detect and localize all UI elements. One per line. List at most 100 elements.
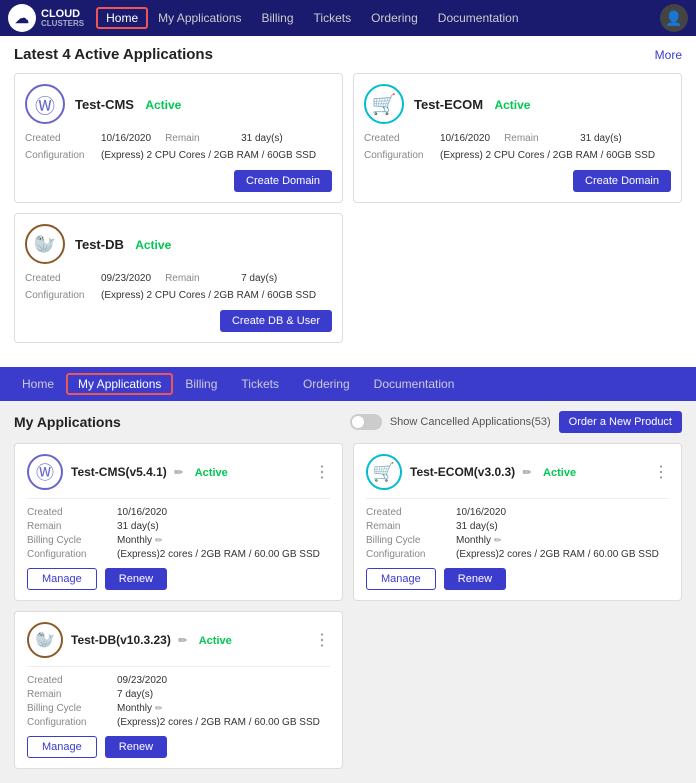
app2-ecom-edit-icon[interactable]: ✏ [522,467,531,479]
app2-cms-actions: Manage Renew [27,568,330,590]
db-name: Test-DB [75,237,124,252]
app2-cms-billing: Monthly [117,535,152,546]
db-billing-edit-icon[interactable]: ✏ [155,703,163,714]
app2-db-created: 09/23/2020 [117,675,167,686]
app2-cms-status: Active [195,467,228,479]
app2-db-edit-icon[interactable]: ✏ [178,635,187,647]
app2-ecom-renew-btn[interactable]: Renew [444,568,506,590]
app2-db-remain: 7 day(s) [117,689,153,700]
app2-ecom-status: Active [543,467,576,479]
app-card-ecom: 🛒 Test-ECOM Active Created 10/16/2020 Re… [353,73,682,203]
app2-ecom-actions: Manage Renew [366,568,669,590]
apps-grid: Ⓦ Test-CMS(v5.4.1) ✏ Active ⋮ Created 10… [14,443,682,769]
app2-cms-icon: Ⓦ [27,454,63,490]
section1-title: Latest 4 Active Applications [14,46,213,63]
billing-edit-icon[interactable]: ✏ [155,535,163,546]
ecom-created: 10/16/2020 [440,130,490,147]
app2-db-more-icon[interactable]: ⋮ [314,630,330,650]
app2-db-config: (Express)2 cores / 2GB RAM / 60.00 GB SS… [117,717,320,728]
second-nav-ordering[interactable]: Ordering [291,373,362,395]
app2-db-renew-btn[interactable]: Renew [105,736,167,758]
user-avatar[interactable]: 👤 [660,4,688,32]
db-status: Active [135,238,171,252]
brand-logo[interactable]: ☁ CLOUD CLUSTERS [8,4,84,32]
app2-ecom-manage-btn[interactable]: Manage [366,568,436,590]
brand-cloud-text: CLOUD [41,8,84,20]
second-nav-billing[interactable]: Billing [173,373,229,395]
top-nav-tickets[interactable]: Tickets [304,7,362,29]
app2-cms-remain: 31 day(s) [117,521,159,532]
ecom-billing-edit-icon[interactable]: ✏ [494,535,502,546]
app2-ecom-name: Test-ECOM(v3.0.3) [410,465,515,479]
app2-ecom-icon: 🛒 [366,454,402,490]
cms-card-header: Ⓦ Test-CMS Active [25,84,332,124]
top-nav-myapps[interactable]: My Applications [148,7,251,29]
ecom-name: Test-ECOM [414,97,483,112]
created-label: Created [27,507,117,518]
app-card-cms: Ⓦ Test-CMS Active Created 10/16/2020 Rem… [14,73,343,203]
db-icon: 🦭 [25,224,65,264]
ecom-remain: 31 day(s) [580,130,622,147]
second-nav-tickets[interactable]: Tickets [229,373,291,395]
order-product-btn[interactable]: Order a New Product [559,411,682,433]
second-navbar: Home My Applications Billing Tickets Ord… [0,367,696,401]
second-nav-myapps[interactable]: My Applications [66,373,173,395]
app2-ecom-more-icon[interactable]: ⋮ [653,462,669,482]
app2-ecom-details: Created 10/16/2020 Remain 31 day(s) Bill… [366,507,669,560]
second-nav-documentation[interactable]: Documentation [362,373,467,395]
top-nav-links: Home My Applications Billing Tickets Ord… [96,7,660,29]
app2-db-icon: 🦭 [27,622,63,658]
cms-meta: Created 10/16/2020 Remain 31 day(s) Conf… [25,130,332,164]
app2-db-actions: Manage Renew [27,736,330,758]
app2-db-status: Active [199,635,232,647]
toggle-label: Show Cancelled Applications(53) [390,416,551,428]
db-card-header: 🦭 Test-DB Active [25,224,332,264]
ecom-icon: 🛒 [364,84,404,124]
db-config: (Express) 2 CPU Cores / 2GB RAM / 60GB S… [101,287,316,304]
app2-cms-edit-icon[interactable]: ✏ [174,467,183,479]
app-card2-db: 🦭 Test-DB(v10.3.23) ✏ Active ⋮ Created 0… [14,611,343,769]
app2-cms-details: Created 10/16/2020 Remain 31 day(s) Bill… [27,507,330,560]
remain-label: Remain [27,521,117,532]
top-cards-row: Ⓦ Test-CMS Active Created 10/16/2020 Rem… [14,73,682,203]
cms-status: Active [145,98,181,112]
app2-cms-manage-btn[interactable]: Manage [27,568,97,590]
app2-cms-config: (Express)2 cores / 2GB RAM / 60.00 GB SS… [117,549,320,560]
top-nav-ordering[interactable]: Ordering [361,7,428,29]
cms-icon: Ⓦ [25,84,65,124]
app2-ecom-config: (Express)2 cores / 2GB RAM / 60.00 GB SS… [456,549,659,560]
bottom-cards-row: 🦭 Test-DB Active Created 09/23/2020 Rema… [14,213,682,343]
app2-cms-created: 10/16/2020 [117,507,167,518]
brand-icon: ☁ [8,4,36,32]
top-navbar: ☁ CLOUD CLUSTERS Home My Applications Bi… [0,0,696,36]
billing-label: Billing Cycle [27,535,117,546]
app2-db-manage-btn[interactable]: Manage [27,736,97,758]
app2-db-billing: Monthly [117,703,152,714]
latest-apps-section: Latest 4 Active Applications More Ⓦ Test… [0,36,696,367]
section2-header: My Applications Show Cancelled Applicati… [14,411,682,433]
top-nav-documentation[interactable]: Documentation [428,7,529,29]
db-create-btn[interactable]: Create DB & User [220,310,332,332]
second-nav-home[interactable]: Home [10,373,66,395]
top-nav-billing[interactable]: Billing [252,7,304,29]
ecom-status: Active [494,98,530,112]
db-created: 09/23/2020 [101,270,151,287]
db-remain: 7 day(s) [241,270,277,287]
more-link[interactable]: More [655,48,682,62]
app2-cms-more-icon[interactable]: ⋮ [314,462,330,482]
section1-header: Latest 4 Active Applications More [14,46,682,63]
db-meta: Created 09/23/2020 Remain 7 day(s) Confi… [25,270,332,304]
app2-ecom-remain: 31 day(s) [456,521,498,532]
cms-create-domain-btn[interactable]: Create Domain [234,170,332,192]
app-card-db: 🦭 Test-DB Active Created 09/23/2020 Rema… [14,213,343,343]
top-nav-home[interactable]: Home [96,7,148,29]
cancelled-toggle[interactable] [350,414,382,430]
ecom-create-domain-btn[interactable]: Create Domain [573,170,671,192]
cms-name: Test-CMS [75,97,134,112]
ecom-config: (Express) 2 CPU Cores / 2GB RAM / 60GB S… [440,147,655,164]
app2-db-details: Created 09/23/2020 Remain 7 day(s) Billi… [27,675,330,728]
app-card2-ecom: 🛒 Test-ECOM(v3.0.3) ✏ Active ⋮ Created 1… [353,443,682,601]
app2-cms-renew-btn[interactable]: Renew [105,568,167,590]
app2-ecom-billing: Monthly [456,535,491,546]
cms-config: (Express) 2 CPU Cores / 2GB RAM / 60GB S… [101,147,316,164]
